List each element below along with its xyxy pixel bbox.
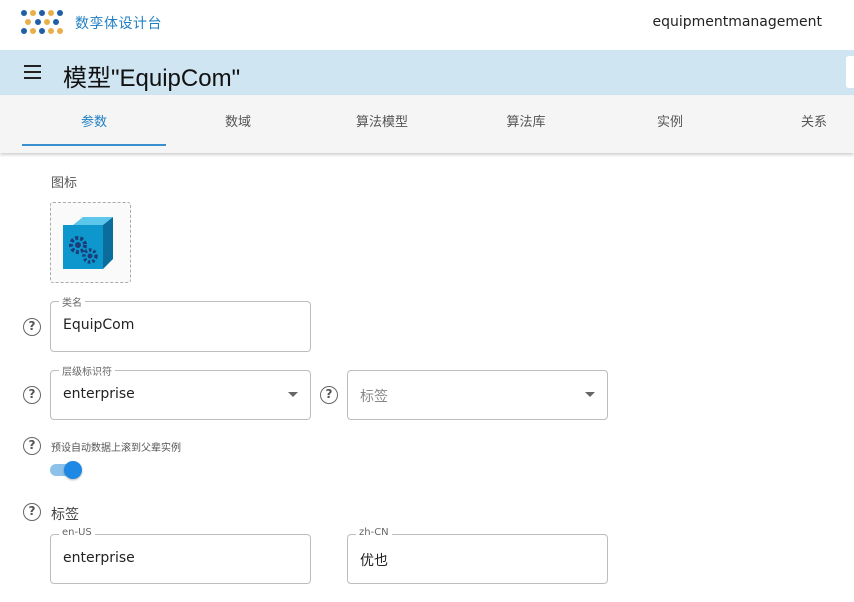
- tab-algorithm-library[interactable]: 算法库: [454, 95, 598, 153]
- tab-algorithm-model[interactable]: 算法模型: [310, 95, 454, 153]
- active-tab-indicator: [22, 144, 166, 146]
- hierarchy-select[interactable]: 层级标识符 enterprise: [50, 363, 311, 420]
- hierarchy-legend: 层级标识符: [59, 363, 115, 378]
- class-name-value: EquipCom: [63, 317, 135, 333]
- page-title: 模型"EquipCom": [63, 65, 241, 92]
- tag-en-us-field[interactable]: en-US enterprise: [50, 527, 311, 584]
- hierarchy-value: enterprise: [63, 386, 135, 402]
- help-icon[interactable]: ?: [23, 503, 41, 521]
- logo-icon: [21, 9, 63, 37]
- tag-zh-cn-value: 优也: [360, 553, 388, 569]
- tag-select-placeholder: 标签: [360, 389, 388, 405]
- rollup-toggle[interactable]: [50, 461, 82, 479]
- icon-label: 图标: [51, 176, 78, 191]
- toggle-knob: [64, 461, 82, 479]
- tag-select[interactable]: 标签: [347, 370, 608, 420]
- tag-zh-cn-field[interactable]: zh-CN 优也: [347, 527, 608, 584]
- app-brand[interactable]: 数孪体设计台: [75, 13, 162, 33]
- title-bar: 模型"EquipCom": [0, 50, 854, 95]
- tab-relations[interactable]: 关系: [742, 95, 854, 153]
- tag-zh-cn-legend: zh-CN: [356, 527, 392, 538]
- title-bar-action[interactable]: [846, 56, 854, 88]
- user-name[interactable]: equipmentmanagement: [652, 14, 822, 30]
- tag-en-us-legend: en-US: [59, 527, 95, 538]
- rollup-label: 预设自动数据上滚到父辈实例: [51, 443, 181, 454]
- help-icon[interactable]: ?: [23, 386, 41, 404]
- top-app-bar: 数孪体设计台 equipmentmanagement: [0, 0, 854, 50]
- dropdown-arrow-icon: [288, 392, 298, 397]
- help-icon[interactable]: ?: [23, 437, 41, 455]
- icon-upload-box[interactable]: [50, 202, 131, 283]
- help-icon[interactable]: ?: [320, 386, 338, 404]
- menu-icon[interactable]: [24, 65, 41, 79]
- tab-data-domain[interactable]: 数域: [166, 95, 310, 153]
- class-name-field[interactable]: 类名 EquipCom: [50, 294, 311, 352]
- tag-en-us-value: enterprise: [63, 550, 135, 566]
- class-name-legend: 类名: [59, 294, 85, 309]
- tab-instances[interactable]: 实例: [598, 95, 742, 153]
- cube-gears-icon: [63, 217, 113, 269]
- tab-bar: 参数 数域 算法模型 算法库 实例 关系: [0, 95, 854, 153]
- tags-section-title: 标签: [51, 507, 79, 523]
- dropdown-arrow-icon: [585, 392, 595, 397]
- help-icon[interactable]: ?: [23, 318, 41, 336]
